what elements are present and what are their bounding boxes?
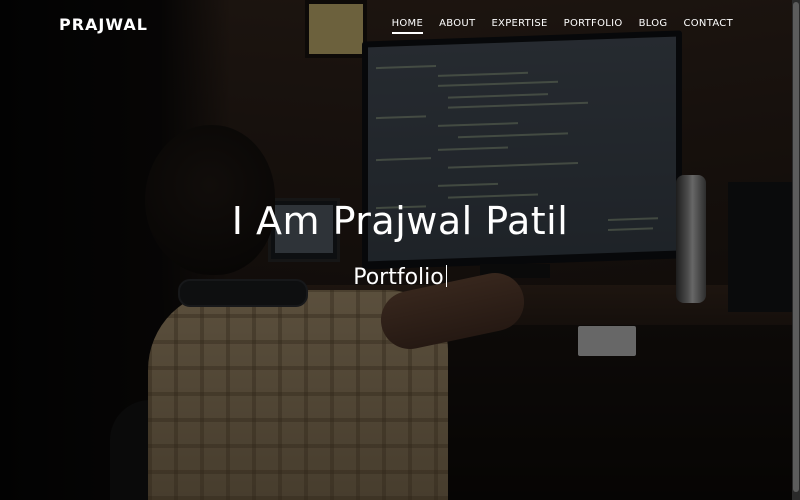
site-logo[interactable]: PRAJWAL [59,15,148,34]
typing-cursor [445,265,447,287]
hero-section: PRAJWAL HOME ABOUT EXPERTISE PORTFOLIO B… [0,0,800,500]
hero-subtitle-wrap: Portfolio [0,265,800,290]
nav-contact[interactable]: CONTACT [683,18,733,34]
dark-overlay [0,0,800,500]
scrollbar-thumb[interactable] [793,2,799,492]
site-header: PRAJWAL HOME ABOUT EXPERTISE PORTFOLIO B… [0,0,800,52]
main-nav: HOME ABOUT EXPERTISE PORTFOLIO BLOG CONT… [391,18,733,34]
hero-title: I Am Prajwal Patil [231,199,569,243]
nav-expertise[interactable]: EXPERTISE [491,18,547,34]
nav-about[interactable]: ABOUT [439,18,475,34]
nav-home[interactable]: HOME [391,18,424,34]
page-scrollbar[interactable] [792,0,800,500]
nav-blog[interactable]: BLOG [639,18,668,34]
nav-portfolio[interactable]: PORTFOLIO [564,18,623,34]
hero-subtitle: Portfolio [353,265,444,290]
